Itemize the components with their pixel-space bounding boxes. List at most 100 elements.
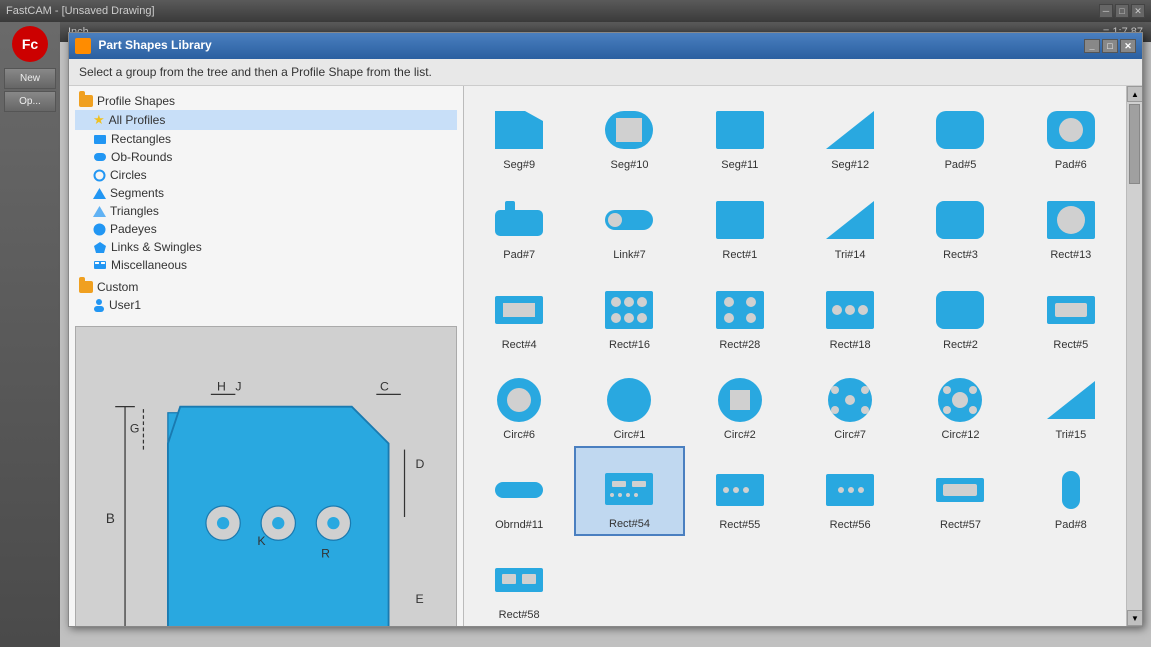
shape-cell-rect55[interactable]: Rect#55 — [685, 446, 795, 536]
tree-item-circles[interactable]: Circles — [75, 166, 457, 184]
minimize-button[interactable]: ─ — [1099, 4, 1113, 18]
shape-label-rect54: Rect#54 — [609, 518, 650, 530]
shape-cell-tri14[interactable]: Tri#14 — [795, 176, 905, 266]
shape-cell-seg12[interactable]: Seg#12 — [795, 86, 905, 176]
app-title: FastCAM - [Unsaved Drawing] — [6, 5, 155, 17]
shape-cell-seg10[interactable]: Seg#10 — [574, 86, 684, 176]
shape-cell-pad7[interactable]: Pad#7 — [464, 176, 574, 266]
dialog-title-left: Part Shapes Library — [75, 38, 212, 54]
shape-label-rect18: Rect#18 — [830, 339, 871, 351]
shape-cell-circ7[interactable]: Circ#7 — [795, 356, 905, 446]
shape-image-rect2 — [930, 285, 990, 335]
shape-image-seg9 — [489, 105, 549, 155]
tree-item-ob-rounds[interactable]: Ob-Rounds — [75, 148, 457, 166]
rectangles-label: Rectangles — [111, 132, 171, 146]
ob-rounds-label: Ob-Rounds — [111, 150, 172, 164]
shape-cell-pad8[interactable]: Pad#8 — [1016, 446, 1126, 536]
circle-icon — [93, 169, 106, 182]
shape-image-pad5 — [930, 105, 990, 155]
preview-panel: A B G — [69, 320, 463, 626]
dialog-close-button[interactable]: ✕ — [1120, 39, 1136, 53]
dialog-minimize-button[interactable]: _ — [1084, 39, 1100, 53]
shape-label-seg11: Seg#11 — [721, 159, 758, 171]
shape-image-rect13 — [1041, 195, 1101, 245]
shape-cell-rect1[interactable]: Rect#1 — [685, 176, 795, 266]
restore-button[interactable]: □ — [1115, 4, 1129, 18]
new-button[interactable]: New — [4, 68, 56, 89]
dialog-restore-button[interactable]: □ — [1102, 39, 1118, 53]
tree-item-links-swingles[interactable]: Links & Swingles — [75, 238, 457, 256]
shape-cell-rect56[interactable]: Rect#56 — [795, 446, 905, 536]
shape-image-circ7 — [820, 375, 880, 425]
shape-image-rect55 — [710, 465, 770, 515]
svg-text:K: K — [257, 534, 266, 548]
shape-label-rect55: Rect#55 — [719, 519, 760, 531]
shape-preview-box: A B G — [75, 326, 457, 626]
shape-cell-seg11[interactable]: Seg#11 — [685, 86, 795, 176]
shape-cell-rect16[interactable]: Rect#16 — [574, 266, 684, 356]
scrollbar: ▲ ▼ — [1126, 86, 1142, 626]
shape-cell-link7[interactable]: Link#7 — [574, 176, 684, 266]
shape-cell-circ1[interactable]: Circ#1 — [574, 356, 684, 446]
scrollbar-thumb[interactable] — [1129, 104, 1140, 184]
shape-cell-circ6[interactable]: Circ#6 — [464, 356, 574, 446]
tree-item-miscellaneous[interactable]: Miscellaneous — [75, 256, 457, 274]
close-button[interactable]: ✕ — [1131, 4, 1145, 18]
app-logo: Fc — [12, 26, 48, 62]
shape-image-seg12 — [820, 105, 880, 155]
shape-label-rect2: Rect#2 — [943, 339, 978, 351]
tree-item-user1[interactable]: User1 — [75, 296, 457, 314]
custom-folder-icon — [79, 281, 93, 293]
user1-label: User1 — [109, 298, 141, 312]
shape-image-pad6 — [1041, 105, 1101, 155]
shape-label-link7: Link#7 — [613, 249, 645, 261]
dialog-title: Part Shapes Library — [98, 38, 211, 52]
shape-cell-obrnd11[interactable]: Obrnd#11 — [464, 446, 574, 536]
shape-label-circ6: Circ#6 — [503, 429, 535, 441]
shape-cell-rect57[interactable]: Rect#57 — [905, 446, 1015, 536]
part-shapes-dialog: Part Shapes Library _ □ ✕ Select a group… — [68, 32, 1143, 627]
scroll-down-button[interactable]: ▼ — [1127, 610, 1142, 626]
shape-cell-rect18[interactable]: Rect#18 — [795, 266, 905, 356]
padeyes-label: Padeyes — [110, 222, 157, 236]
dialog-icon — [75, 38, 91, 54]
shape-cell-tri15[interactable]: Tri#15 — [1016, 356, 1126, 446]
shape-label-circ1: Circ#1 — [614, 429, 646, 441]
profile-shapes-label: Profile Shapes — [97, 94, 175, 108]
tree-item-padeyes[interactable]: Padeyes — [75, 220, 457, 238]
tree-item-all-profiles[interactable]: ★ All Profiles — [75, 110, 457, 130]
user-icon — [93, 298, 105, 312]
shape-image-rect54 — [599, 464, 659, 514]
svg-text:G: G — [130, 421, 140, 435]
main-content: Part Shapes Library _ □ ✕ Select a group… — [60, 22, 1151, 647]
tree-item-rectangles[interactable]: Rectangles — [75, 130, 457, 148]
shape-image-rect18 — [820, 285, 880, 335]
shape-image-pad8 — [1041, 465, 1101, 515]
shape-cell-rect28[interactable]: Rect#28 — [685, 266, 795, 356]
shape-label-pad6: Pad#6 — [1055, 159, 1087, 171]
dialog-body: Profile Shapes ★ All Profiles Rec — [69, 86, 1142, 626]
shape-cell-rect4[interactable]: Rect#4 — [464, 266, 574, 356]
shape-cell-rect13[interactable]: Rect#13 — [1016, 176, 1126, 266]
shape-cell-pad5[interactable]: Pad#5 — [905, 86, 1015, 176]
shape-cell-circ2[interactable]: Circ#2 — [685, 356, 795, 446]
shape-cell-rect5[interactable]: Rect#5 — [1016, 266, 1126, 356]
tree-item-triangles[interactable]: Triangles — [75, 202, 457, 220]
shape-cell-rect2[interactable]: Rect#2 — [905, 266, 1015, 356]
tree-folder-profile-shapes[interactable]: Profile Shapes — [75, 92, 457, 110]
shape-cell-rect3[interactable]: Rect#3 — [905, 176, 1015, 266]
scroll-up-button[interactable]: ▲ — [1127, 86, 1142, 102]
shape-cell-pad6[interactable]: Pad#6 — [1016, 86, 1126, 176]
open-button[interactable]: Op... — [4, 91, 56, 112]
shape-label-rect13: Rect#13 — [1050, 249, 1091, 261]
shape-cell-seg9[interactable]: Seg#9 — [464, 86, 574, 176]
shape-cell-circ12[interactable]: Circ#12 — [905, 356, 1015, 446]
shape-label-rect28: Rect#28 — [719, 339, 760, 351]
shape-cell-rect54[interactable]: Rect#54 — [574, 446, 684, 536]
shape-image-tri15 — [1041, 375, 1101, 425]
tree-folder-custom[interactable]: Custom — [75, 278, 457, 296]
shape-cell-rect58[interactable]: Rect#58 — [464, 536, 574, 626]
shape-label-rect5: Rect#5 — [1053, 339, 1088, 351]
tree-item-segments[interactable]: Segments — [75, 184, 457, 202]
title-bar-buttons: ─ □ ✕ — [1099, 4, 1145, 18]
